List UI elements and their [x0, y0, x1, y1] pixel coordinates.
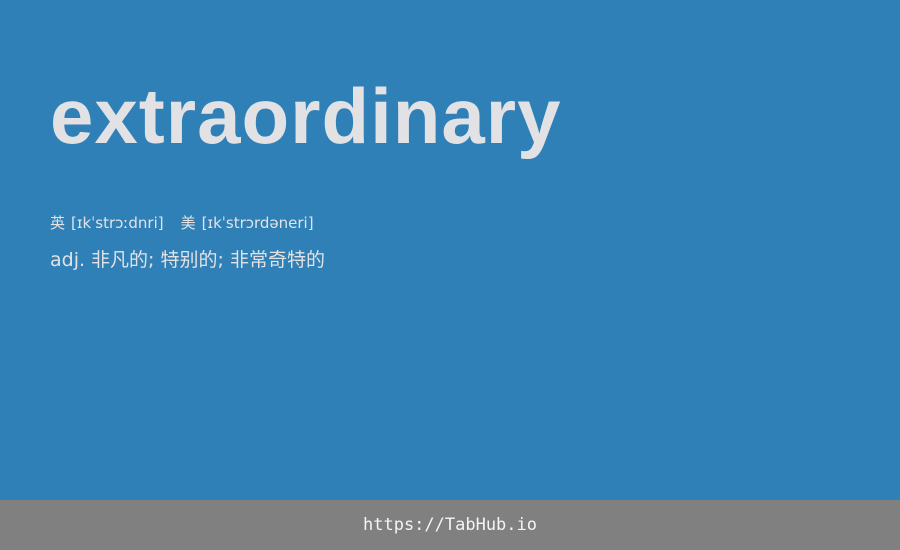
headword: extraordinary	[50, 72, 562, 160]
tabhub-link[interactable]: https://TabHub.io	[363, 515, 537, 535]
phonetics-row: 英 [ɪkˈstrɔːdnri] 美 [ɪkˈstrɔrdəneri]	[50, 212, 331, 234]
phonetic-us-label: 美	[180, 214, 196, 232]
word-card: extraordinary 英 [ɪkˈstrɔːdnri] 美 [ɪkˈstrɔrd…	[0, 0, 900, 500]
phonetic-us: 美 [ɪkˈstrɔrdəneri]	[181, 212, 314, 234]
footer-bar: https://TabHub.io	[0, 500, 900, 550]
phonetic-us-ipa: [ɪkˈstrɔrdəneri]	[201, 214, 314, 232]
phonetic-uk-label: 英	[50, 214, 66, 232]
phonetic-uk-ipa: [ɪkˈstrɔːdnri]	[71, 214, 164, 232]
phonetic-uk: 英 [ɪkˈstrɔːdnri]	[50, 212, 164, 234]
definition: adj. 非凡的; 特别的; 非常奇特的	[50, 249, 325, 271]
